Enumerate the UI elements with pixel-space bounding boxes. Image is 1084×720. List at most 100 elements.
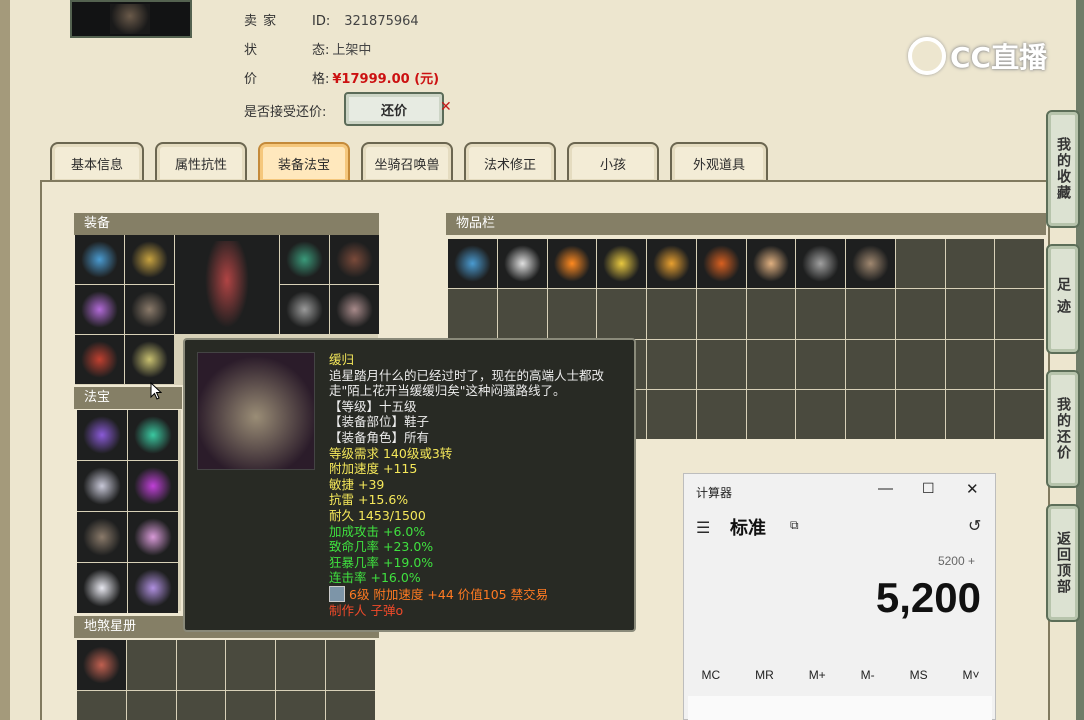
inventory-slot[interactable] [597,239,646,289]
item-bonus: 狂暴几率 +19.0% [329,554,434,570]
counter-offer-button[interactable]: 还价 [344,92,444,126]
inventory-slot[interactable] [945,339,995,389]
inventory-slot[interactable] [448,239,497,289]
treasure-slot[interactable] [77,512,127,562]
tab-appearance[interactable]: 外观道具 [670,142,768,182]
inventory-slot[interactable] [945,239,995,289]
inventory-slot[interactable] [597,289,646,339]
my-favorites-button[interactable]: 我的收藏 [1046,110,1080,228]
boots-icon [197,352,315,470]
treasure-slot[interactable] [128,410,178,460]
equip-slot-body[interactable] [125,285,174,334]
inventory-slot[interactable] [547,289,597,339]
star-book-slot[interactable] [77,691,126,720]
inventory-slot[interactable] [647,339,696,389]
equip-slot-ring1[interactable] [280,285,329,334]
inventory-slot[interactable] [995,389,1044,439]
star-book-slot[interactable] [276,640,326,690]
equip-slot-accessory[interactable] [75,335,124,384]
inventory-slot[interactable] [796,389,845,439]
hamburger-menu-icon[interactable]: ☰ [696,518,710,538]
inventory-slot[interactable] [746,239,796,289]
inventory-slot[interactable] [746,389,796,439]
history-icon[interactable]: ↺ [968,516,981,536]
star-book-slot[interactable] [226,691,276,720]
star-book-slot[interactable] [176,691,226,720]
star-book-slot[interactable] [126,640,176,690]
close-window-icon[interactable]: ✕ [966,480,979,498]
inventory-slot[interactable] [895,389,945,439]
inventory-slot[interactable] [647,239,696,289]
star-book-slot[interactable] [276,691,326,720]
footprints-button[interactable]: 足迹 [1046,244,1080,354]
equip-slot-armor-head[interactable] [125,235,174,284]
inventory-slot[interactable] [796,239,845,289]
tab-child[interactable]: 小孩 [567,142,659,182]
star-book-slot[interactable] [77,640,126,690]
keep-on-top-icon[interactable]: ⧉ [790,518,799,533]
inventory-slot[interactable] [696,239,746,289]
close-icon[interactable]: ✕ [440,99,452,115]
treasure-slot[interactable] [128,512,178,562]
minimize-icon[interactable]: — [878,480,893,497]
tab-attributes[interactable]: 属性抗性 [155,142,247,182]
equip-slot-weapon[interactable] [75,285,124,334]
equip-slot-shoes[interactable] [125,335,174,384]
maximize-icon[interactable]: ☐ [922,480,935,497]
star-book-slot[interactable] [226,640,276,690]
inventory-slot[interactable] [647,289,696,339]
back-to-top-button[interactable]: 返回顶部 [1046,504,1080,622]
inventory-slot[interactable] [846,389,895,439]
inventory-slot[interactable] [746,289,796,339]
mr-button[interactable]: MR [755,668,774,682]
item-stat: 抗雷 +15.6% [329,492,409,508]
inventory-slot[interactable] [895,289,945,339]
my-counter-offers-button[interactable]: 我的还价 [1046,370,1080,488]
treasure-slot[interactable] [128,563,178,613]
mc-button[interactable]: MC [701,668,720,682]
star-book-slot[interactable] [176,640,226,690]
equip-slot-ring2[interactable] [330,285,379,334]
inventory-slot[interactable] [945,289,995,339]
inventory-slot[interactable] [547,239,597,289]
inventory-slot[interactable] [995,239,1044,289]
tab-equipment[interactable]: 装备法宝 [258,142,350,182]
inventory-slot[interactable] [696,389,746,439]
inventory-slot[interactable] [895,239,945,289]
inventory-slot[interactable] [497,239,547,289]
tab-spell-correction[interactable]: 法术修正 [464,142,556,182]
star-book-slot[interactable] [326,640,375,690]
equip-slot-belt[interactable] [330,235,379,284]
inventory-slot[interactable] [696,339,746,389]
ms-button[interactable]: MS [910,668,928,682]
inventory-slot[interactable] [945,389,995,439]
inventory-slot[interactable] [846,339,895,389]
inventory-slot[interactable] [995,339,1044,389]
treasure-slot[interactable] [77,410,127,460]
inventory-slot[interactable] [796,289,845,339]
star-book-slot[interactable] [326,691,375,720]
equip-slot-hat[interactable] [75,235,124,284]
inventory-slot[interactable] [895,339,945,389]
memory-list-button[interactable]: M˅ [963,668,980,682]
calculator-keypad[interactable] [688,696,992,720]
inventory-slot[interactable] [846,289,895,339]
inventory-slot[interactable] [448,289,497,339]
treasure-slot[interactable] [128,461,178,511]
treasure-slot[interactable] [77,563,127,613]
inventory-slot[interactable] [746,339,796,389]
tab-basic-info[interactable]: 基本信息 [50,142,144,182]
inventory-slot[interactable] [647,389,696,439]
inventory-slot[interactable] [796,339,845,389]
inventory-header: 物品栏 [446,213,1046,235]
inventory-slot[interactable] [846,239,895,289]
equip-slot-necklace[interactable] [280,235,329,284]
star-book-slot[interactable] [126,691,176,720]
inventory-slot[interactable] [497,289,547,339]
m-minus-button[interactable]: M- [861,668,875,682]
tab-mounts-pets[interactable]: 坐骑召唤兽 [361,142,453,182]
m-plus-button[interactable]: M+ [809,668,826,682]
inventory-slot[interactable] [995,289,1044,339]
inventory-slot[interactable] [696,289,746,339]
treasure-slot[interactable] [77,461,127,511]
